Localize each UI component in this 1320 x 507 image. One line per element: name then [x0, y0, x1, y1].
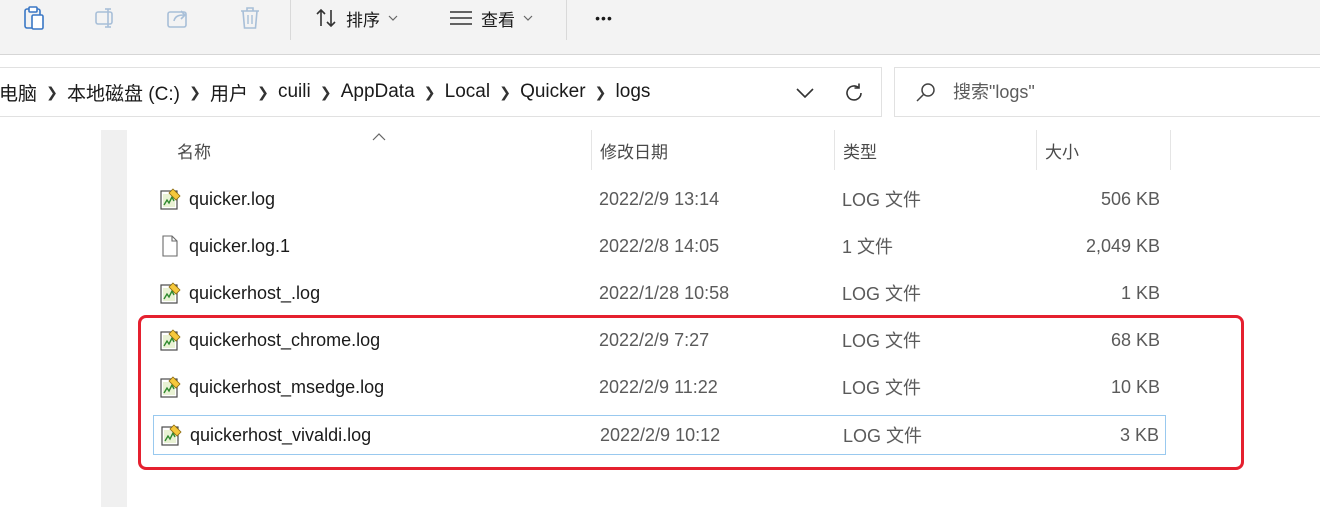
- navigation-pane-edge: [101, 130, 127, 507]
- toolbar-divider: [290, 0, 291, 40]
- column-header-date-modified[interactable]: 修改日期: [600, 130, 668, 170]
- breadcrumb-item-users[interactable]: 用户: [210, 79, 248, 106]
- column-divider[interactable]: [1036, 130, 1037, 170]
- column-divider[interactable]: [834, 130, 835, 170]
- file-name: quickerhost_.log: [189, 282, 321, 303]
- search-icon: [916, 83, 935, 102]
- sort-button[interactable]: 排序: [314, 2, 398, 34]
- sort-ascending-indicator: [372, 128, 386, 146]
- file-name: quicker.log.1: [189, 235, 291, 256]
- paste-button[interactable]: [18, 2, 50, 34]
- file-size: 506 KB: [1100, 188, 1160, 209]
- log-file-icon: [160, 282, 181, 304]
- refresh-icon: [846, 83, 862, 101]
- breadcrumb-item-local[interactable]: Local: [445, 81, 490, 103]
- file-date-modified: 2022/2/9 13:14: [599, 188, 720, 209]
- file-date-modified: 2022/2/8 14:05: [599, 235, 720, 256]
- breadcrumb-item-this-pc[interactable]: 电脑: [0, 79, 37, 106]
- file-date-modified: 2022/1/28 10:58: [599, 282, 730, 303]
- log-file-icon: [160, 188, 181, 210]
- toolbar-divider: [566, 0, 567, 40]
- share-icon: [167, 10, 187, 28]
- view-button[interactable]: 查看: [449, 2, 533, 34]
- view-list-icon: [450, 11, 472, 25]
- sort-label: 排序: [346, 10, 380, 30]
- file-row[interactable]: quickerhost_.log 2022/1/28 10:58 LOG 文件 …: [153, 274, 1166, 314]
- command-bar: 排序 查看 •••: [0, 0, 1320, 55]
- chevron-down-icon: [388, 15, 398, 21]
- chevron-right-icon[interactable]: ❯: [248, 84, 278, 101]
- column-divider[interactable]: [591, 130, 592, 170]
- chevron-right-icon[interactable]: ❯: [37, 84, 67, 101]
- column-divider[interactable]: [1170, 130, 1171, 170]
- column-header-type[interactable]: 类型: [843, 130, 877, 170]
- recent-locations-button[interactable]: [792, 80, 818, 106]
- delete-button[interactable]: [234, 2, 266, 34]
- highlight-annotation: [138, 315, 1244, 470]
- column-header-name[interactable]: 名称: [177, 130, 211, 170]
- breadcrumb-item-appdata[interactable]: AppData: [341, 81, 415, 103]
- chevron-up-icon: [372, 133, 386, 141]
- rename-icon: [95, 8, 113, 28]
- chevron-right-icon[interactable]: ❯: [180, 84, 210, 101]
- more-icon: •••: [595, 10, 613, 26]
- chevron-right-icon[interactable]: ❯: [415, 84, 445, 101]
- breadcrumb-item-logs[interactable]: logs: [616, 81, 651, 103]
- file-name: quicker.log: [189, 188, 276, 209]
- chevron-right-icon[interactable]: ❯: [311, 84, 341, 101]
- chevron-right-icon[interactable]: ❯: [586, 84, 616, 101]
- search-box[interactable]: [894, 67, 1320, 117]
- breadcrumb-item-local-disk[interactable]: 本地磁盘 (C:): [67, 79, 180, 106]
- file-row[interactable]: quicker.log 2022/2/9 13:14 LOG 文件 506 KB: [153, 180, 1166, 220]
- address-bar[interactable]: 电脑 ❯ 本地磁盘 (C:) ❯ 用户 ❯ cuili ❯ AppData ❯ …: [0, 67, 882, 117]
- chevron-down-icon: [523, 15, 533, 21]
- more-options-button[interactable]: •••: [588, 2, 620, 34]
- chevron-down-icon: [796, 88, 814, 98]
- sort-icon: [316, 8, 336, 28]
- file-type: LOG 文件: [842, 284, 922, 304]
- rename-button[interactable]: [90, 2, 122, 34]
- trash-icon: [241, 7, 259, 29]
- breadcrumb-item-cuili[interactable]: cuili: [278, 81, 311, 103]
- chevron-right-icon[interactable]: ❯: [490, 84, 520, 101]
- breadcrumb: 电脑 ❯ 本地磁盘 (C:) ❯ 用户 ❯ cuili ❯ AppData ❯ …: [0, 68, 650, 116]
- column-header-size[interactable]: 大小: [1045, 130, 1079, 170]
- blank-file-icon: [162, 235, 178, 257]
- file-size: 1 KB: [1120, 282, 1160, 303]
- clipboard-icon: [24, 6, 44, 30]
- search-input[interactable]: [953, 78, 1303, 106]
- file-type: 1 文件: [842, 237, 894, 257]
- share-button[interactable]: [162, 2, 194, 34]
- breadcrumb-item-quicker[interactable]: Quicker: [520, 81, 585, 103]
- file-type: LOG 文件: [842, 190, 922, 210]
- file-row[interactable]: quicker.log.1 2022/2/8 14:05 1 文件 2,049 …: [153, 227, 1166, 267]
- view-label: 查看: [481, 10, 515, 30]
- file-size: 2,049 KB: [1085, 235, 1160, 256]
- refresh-button[interactable]: [841, 80, 867, 106]
